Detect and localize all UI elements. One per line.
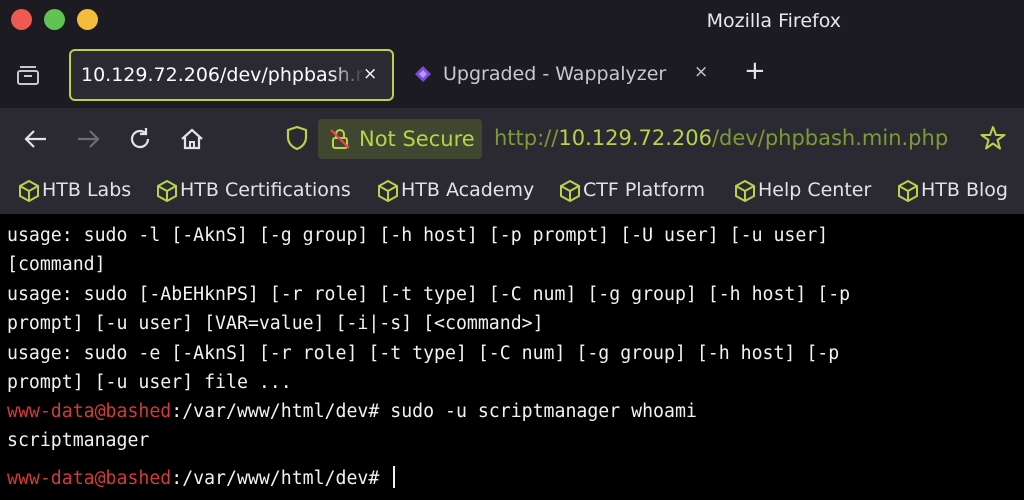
terminal-input-line[interactable]: www-data@bashed:/var/www/html/dev# [7,466,396,491]
bookmark-label: Help Center [758,179,872,201]
terminal-output-line: [command] [7,254,106,275]
terminal-output-line: usage: sudo -e [-AknS] [-r role] [-t typ… [7,343,840,364]
terminal-output-line: usage: sudo -l [-AknS] [-g group] [-h ho… [7,225,829,246]
tab-overview-icon[interactable] [16,64,40,86]
bookmark-star-icon[interactable] [980,125,1006,151]
home-icon[interactable] [178,125,206,153]
prompt-user: www-data@bashed [7,401,172,422]
url-scheme: http:// [494,126,559,150]
htb-cube-icon [898,180,918,202]
htb-cube-icon [19,180,39,202]
bookmark-label: HTB Certifications [180,179,351,201]
prompt-path: :/var/www/html/dev# [171,401,391,422]
new-tab-button[interactable]: + [744,58,766,84]
tab-title: 10.129.72.206/dev/phpbash.min.php [81,64,363,86]
prompt-user: www-data@bashed [7,468,172,489]
terminal-output-line: usage: sudo [-AbEHknPS] [-r role] [-t ty… [7,284,851,305]
url-path: /dev/phpbash.min.php [711,126,949,150]
bookmark-label: CTF Platform [583,179,705,201]
back-icon[interactable] [22,125,50,153]
bookmarks-toolbar: HTB Labs HTB Certifications HTB Academy … [0,170,1024,214]
terminal-output-line: prompt] [-u user] [VAR=value] [-i|-s] [<… [7,313,544,334]
htb-cube-icon [378,180,398,202]
not-secure-badge[interactable]: Not Secure [318,119,482,159]
terminal-output-line: scriptmanager [7,430,150,451]
close-tab-icon[interactable]: × [694,62,708,82]
terminal-command-line: www-data@bashed:/var/www/html/dev# sudo … [7,400,697,424]
terminal-output-line: prompt] [-u user] file ... [7,372,292,393]
forward-icon[interactable] [74,125,102,153]
bookmark-label: HTB Labs [42,179,132,201]
wappalyzer-favicon-icon [415,66,431,82]
text-cursor [393,466,396,488]
navigation-bar: Not Secure http://10.129.72.206/dev/phpb… [0,108,1024,170]
htb-cube-icon [560,180,580,202]
window-titlebar: Mozilla Firefox [0,0,1024,42]
tab-wappalyzer[interactable]: Upgraded - Wappalyzer × [408,49,718,101]
reload-icon[interactable] [126,125,154,153]
htb-cube-icon [157,180,177,202]
tab-title-fade [329,57,365,93]
bookmark-label: HTB Blog [921,179,1008,201]
phpbash-terminal[interactable]: usage: sudo -l [-AknS] [-g group] [-h ho… [0,214,1024,500]
prompt-path: :/var/www/html/dev# [171,468,391,489]
tab-phpbash[interactable]: 10.129.72.206/dev/phpbash.min.php × [69,49,394,101]
bookmark-label: HTB Academy [401,179,535,201]
window-title: Mozilla Firefox [706,10,841,32]
command-text: sudo -u scriptmanager whoami [390,401,697,422]
tab-bar: 10.129.72.206/dev/phpbash.min.php × Upgr… [0,42,1024,108]
close-tab-icon[interactable]: × [363,64,377,84]
insecure-lock-icon [330,129,350,149]
url-host: 10.129.72.206 [558,126,712,150]
tab-title: Upgraded - Wappalyzer [443,63,667,85]
htb-cube-icon [735,180,755,202]
not-secure-label: Not Secure [359,127,475,151]
url-bar[interactable]: http://10.129.72.206/dev/phpbash.min.php [494,126,948,150]
tracking-protection-shield-icon[interactable] [285,125,309,151]
